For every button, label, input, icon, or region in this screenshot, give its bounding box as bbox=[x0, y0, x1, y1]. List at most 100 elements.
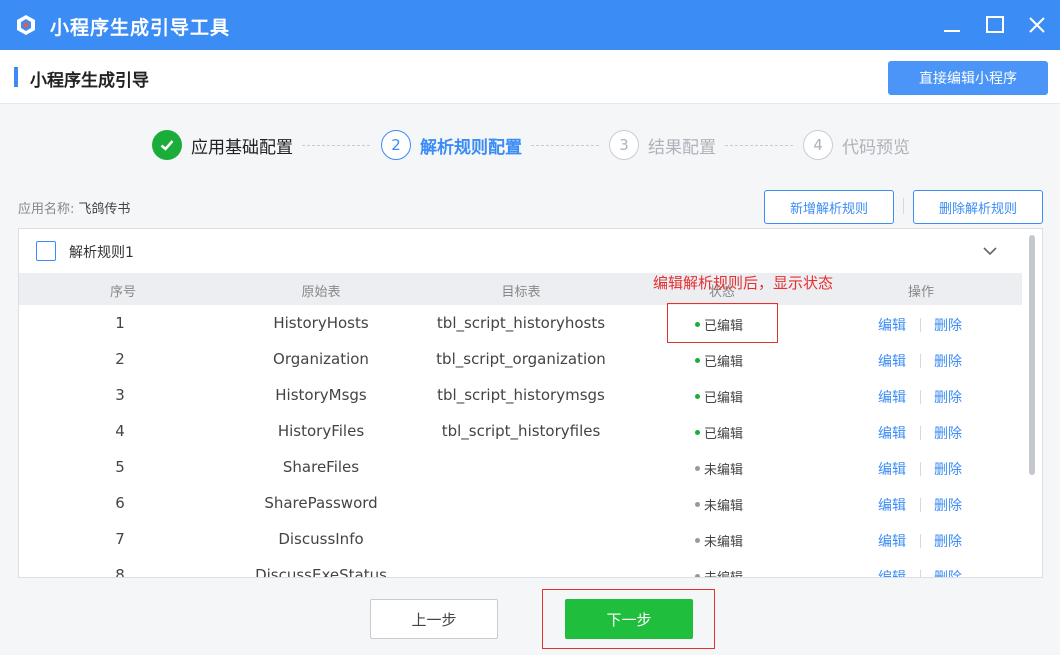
prev-step-button[interactable]: 上一步 bbox=[370, 599, 498, 639]
table-row: 4 HistoryFiles tbl_script_historyfiles 已编辑 编… bbox=[19, 413, 1022, 449]
row-index: 6 bbox=[115, 494, 125, 512]
app-name-value: 飞鸽传书 bbox=[78, 202, 131, 217]
row-delete-link[interactable]: 删除 bbox=[934, 315, 962, 335]
next-step-button[interactable]: 下一步 bbox=[565, 599, 693, 639]
row-status: 已编辑 bbox=[695, 423, 743, 442]
row-index: 1 bbox=[115, 314, 125, 332]
step-connector bbox=[302, 145, 370, 146]
step-number: 4 bbox=[803, 130, 833, 160]
row-status-text: 已编辑 bbox=[704, 391, 744, 406]
row-source-table: HistoryMsgs bbox=[275, 386, 367, 404]
op-divider bbox=[920, 462, 921, 476]
rule-panel: 解析规则1 序号 原始表 目标表 状态 操作 1 HistoryHosts tbl_… bbox=[18, 228, 1043, 578]
check-icon bbox=[152, 130, 182, 160]
row-status-text: 已编辑 bbox=[704, 355, 744, 370]
row-delete-link[interactable]: 删除 bbox=[934, 531, 962, 551]
row-target-table: tbl_script_historymsgs bbox=[437, 386, 605, 404]
row-edit-link[interactable]: 编辑 bbox=[878, 459, 906, 479]
row-delete-link[interactable]: 删除 bbox=[934, 351, 962, 371]
title-bar: 小程序生成引导工具 bbox=[0, 0, 1060, 50]
row-edit-link[interactable]: 编辑 bbox=[878, 495, 906, 515]
add-rule-button[interactable]: 新增解析规则 bbox=[764, 190, 894, 224]
status-dot-icon bbox=[695, 430, 700, 435]
row-source-table: Organization bbox=[273, 350, 369, 368]
row-status-text: 未编辑 bbox=[704, 535, 744, 550]
rule-panel-header: 解析规则1 bbox=[19, 229, 1022, 273]
row-status-text: 已编辑 bbox=[704, 427, 744, 442]
table-row: 2 Organization tbl_script_organization 已编辑 编… bbox=[19, 341, 1022, 377]
row-delete-link[interactable]: 删除 bbox=[934, 495, 962, 515]
step-connector bbox=[725, 145, 793, 146]
close-icon[interactable] bbox=[1023, 11, 1051, 39]
direct-edit-button[interactable]: 直接编辑小程序 bbox=[888, 61, 1048, 95]
row-edit-link[interactable]: 编辑 bbox=[878, 567, 906, 577]
row-edit-link[interactable]: 编辑 bbox=[878, 387, 906, 407]
step-4: 4 代码预览 bbox=[803, 130, 910, 160]
step-label: 解析规则配置 bbox=[420, 137, 522, 158]
row-edit-link[interactable]: 编辑 bbox=[878, 315, 906, 335]
op-divider bbox=[920, 390, 921, 404]
row-source-table: HistoryHosts bbox=[273, 314, 369, 332]
row-index: 8 bbox=[115, 566, 125, 578]
row-status: 未编辑 bbox=[695, 459, 743, 478]
step-label: 结果配置 bbox=[648, 137, 716, 158]
app-name-label: 应用名称: bbox=[18, 202, 75, 217]
row-index: 4 bbox=[115, 422, 125, 440]
annotation-text: 编辑解析规则后，显示状态 bbox=[653, 274, 834, 292]
row-delete-link[interactable]: 删除 bbox=[934, 567, 962, 577]
row-status: 已编辑 bbox=[695, 387, 743, 406]
status-dot-icon bbox=[695, 358, 700, 363]
step-number: 2 bbox=[381, 130, 411, 160]
scrollbar[interactable] bbox=[1029, 235, 1035, 475]
table-row: 7 DiscussInfo 未编辑 编辑 删除 bbox=[19, 521, 1022, 557]
row-edit-link[interactable]: 编辑 bbox=[878, 351, 906, 371]
op-divider bbox=[920, 498, 921, 512]
row-index: 3 bbox=[115, 386, 125, 404]
app-name: 应用名称: 飞鸽传书 bbox=[18, 198, 130, 217]
rule-checkbox[interactable] bbox=[36, 241, 56, 261]
row-source-table: DiscussInfo bbox=[278, 530, 364, 548]
window-title: 小程序生成引导工具 bbox=[50, 17, 231, 39]
table-row: 3 HistoryMsgs tbl_script_historymsgs 已编辑 编辑 删… bbox=[19, 377, 1022, 413]
column-header-target: 目标表 bbox=[501, 285, 541, 300]
step-label: 应用基础配置 bbox=[191, 137, 293, 158]
row-status: 未编辑 bbox=[695, 531, 743, 550]
row-source-table: DiscussExeStatus bbox=[255, 566, 387, 578]
op-divider bbox=[920, 354, 921, 368]
button-divider bbox=[903, 198, 904, 214]
row-edit-link[interactable]: 编辑 bbox=[878, 423, 906, 443]
row-index: 2 bbox=[115, 350, 125, 368]
step-2: 2 解析规则配置 bbox=[381, 130, 522, 160]
row-delete-link[interactable]: 删除 bbox=[934, 423, 962, 443]
op-divider bbox=[920, 318, 921, 332]
row-index: 7 bbox=[115, 530, 125, 548]
row-delete-link[interactable]: 删除 bbox=[934, 387, 962, 407]
op-divider bbox=[920, 426, 921, 440]
chevron-down-icon[interactable] bbox=[981, 242, 999, 260]
rule-name: 解析规则1 bbox=[69, 245, 134, 261]
row-target-table: tbl_script_organization bbox=[436, 350, 606, 368]
page-header: 小程序生成引导 直接编辑小程序 bbox=[0, 50, 1060, 104]
table-row: 6 SharePassword 未编辑 编辑 删除 bbox=[19, 485, 1022, 521]
table-row: 1 HistoryHosts tbl_script_historyhosts 已编辑编… bbox=[19, 305, 1022, 341]
status-dot-icon bbox=[695, 538, 700, 543]
row-status: 未编辑 bbox=[695, 495, 743, 514]
row-status-text: 未编辑 bbox=[704, 463, 744, 478]
status-dot-icon bbox=[695, 394, 700, 399]
row-edit-link[interactable]: 编辑 bbox=[878, 531, 906, 551]
status-dot-icon bbox=[695, 502, 700, 507]
status-dot-icon bbox=[695, 466, 700, 471]
table-row: 5 ShareFiles 未编辑 编辑 删除 bbox=[19, 449, 1022, 485]
row-source-table: ShareFiles bbox=[282, 458, 360, 476]
page-title: 小程序生成引导 bbox=[30, 71, 149, 91]
minimize-icon[interactable] bbox=[938, 11, 966, 39]
step-label: 代码预览 bbox=[842, 137, 910, 158]
row-delete-link[interactable]: 删除 bbox=[934, 459, 962, 479]
maximize-icon[interactable] bbox=[981, 11, 1009, 39]
annotation-box-status bbox=[667, 303, 778, 343]
status-dot-icon bbox=[695, 574, 700, 577]
step-3: 3 结果配置 bbox=[609, 130, 716, 160]
row-target-table: tbl_script_historyhosts bbox=[436, 314, 606, 332]
row-status: 未编辑 bbox=[695, 567, 743, 577]
delete-rule-button[interactable]: 删除解析规则 bbox=[913, 190, 1043, 224]
